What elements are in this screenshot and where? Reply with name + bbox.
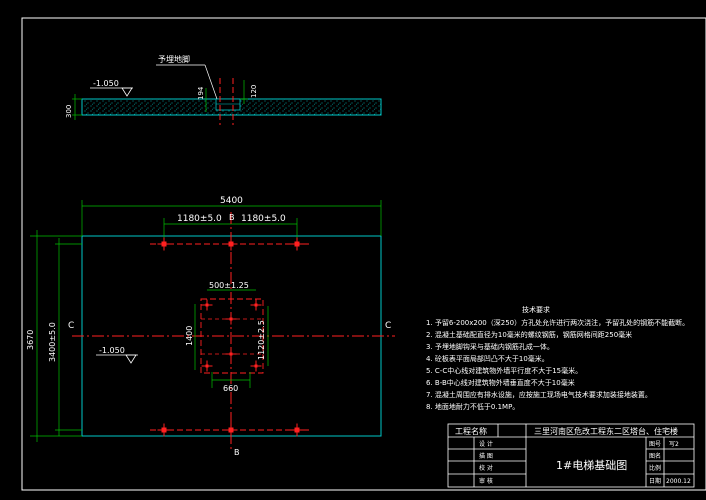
anchor-bolt-marker [224, 237, 238, 251]
pit-depth-label: 194 [197, 86, 205, 100]
label-date: 日期 [649, 477, 661, 485]
label-drawing-name: 图名 [649, 452, 661, 460]
anchor-bolt-marker [157, 423, 171, 437]
note-item: 8. 地面地耐力不低于0.1MP。 [426, 402, 519, 411]
drawing-no: 写2 [669, 441, 679, 448]
overall-width-label: 5400 [220, 196, 243, 206]
note-item: 7. 混凝土周围应有排水设施，应按施工现场电气技术要求加装接地装置。 [426, 390, 652, 399]
slab-thickness-label: 300 [65, 105, 73, 118]
anchor-bolt-marker [201, 299, 213, 311]
note-item: 3. 予埋地脚钩采与基础内钢筋孔成一体。 [426, 342, 554, 351]
drawing-title: 1#电梯基础图 [556, 459, 627, 472]
anchor-bolt-marker [224, 423, 238, 437]
project-name: 三里河南区危改工程东二区塔台、住宅楼 [534, 426, 678, 436]
project-label: 工程名称 [455, 426, 487, 436]
note-item: 2. 混凝土基础配直径为10毫米的螺纹钢筋，钢筋网格间距250毫米 [426, 330, 632, 339]
note-item: 6. B-B中心线对建筑物外墙垂直度不大于10毫米 [426, 378, 575, 387]
technical-notes: 技术要求 1. 予留6-200x200（深250）方孔处允许进行两次浇注，予留孔… [426, 305, 689, 411]
row-label-design: 设 计 [479, 440, 493, 448]
note-item: 4. 砼板表平面局部凹凸不大于10毫米。 [426, 354, 549, 363]
overall-height-label: 3670 [26, 330, 35, 350]
anchor-bolt-marker [225, 313, 237, 325]
row-label-drawing: 描 图 [479, 452, 493, 460]
embedded-label: 予埋地脚 [158, 54, 190, 64]
anchor-bolt-marker [225, 348, 237, 360]
bolt-spacing-left: 1180±5.0 [177, 214, 222, 224]
inner-height-label: 3400±5.0 [48, 322, 57, 362]
axis-b-bottom: B [234, 448, 240, 457]
drawing-border [21, 17, 706, 491]
anchor-bolt-marker [290, 237, 304, 251]
note-item: 1. 予留6-200x200（深250）方孔处允许进行两次浇注，予留孔处的钢筋不… [426, 318, 689, 327]
anchor-bolt-marker [157, 237, 171, 251]
anchor-bolt-marker [290, 423, 304, 437]
row-label-check: 校 对 [479, 464, 493, 472]
section-view: 予埋地脚 -1.050 300 194 120 [65, 54, 382, 125]
drawing-date: 2000.12 [666, 478, 691, 485]
axis-b-top: B [229, 213, 235, 222]
anchor-bolt-marker [201, 360, 213, 372]
center-height-right-label: 1120±2.5 [257, 320, 266, 360]
axis-c-right: C [385, 321, 391, 331]
bolt-spacing-right: 1180±5.0 [241, 214, 286, 224]
anchor-bolt-marker [250, 360, 262, 372]
label-scale: 比例 [649, 464, 661, 472]
label-drawing-no: 图号 [649, 441, 661, 448]
row-label-review: 审 核 [479, 477, 493, 485]
plan-elevation: -1.050 [99, 346, 125, 355]
note-item: 5. C-C中心线对建筑物外墙平行度不大于15毫米。 [426, 366, 582, 375]
section-elevation: -1.050 [93, 79, 119, 88]
anchor-bolt-marker [250, 299, 262, 311]
axis-c-left: C [68, 321, 74, 331]
center-bottom-width-label: 660 [223, 384, 238, 393]
plan-view: 5400 1180±5.0 1180±5.0 B B C C 500±1.25 … [26, 196, 395, 457]
pit-width-label: 120 [250, 85, 258, 98]
notes-title: 技术要求 [522, 305, 550, 314]
center-height-left-label: 1400 [185, 326, 194, 346]
drawing-canvas: 予埋地脚 -1.050 300 194 120 5400 1180±5.0 11… [21, 17, 706, 491]
center-width-label: 500±1.25 [209, 281, 249, 290]
